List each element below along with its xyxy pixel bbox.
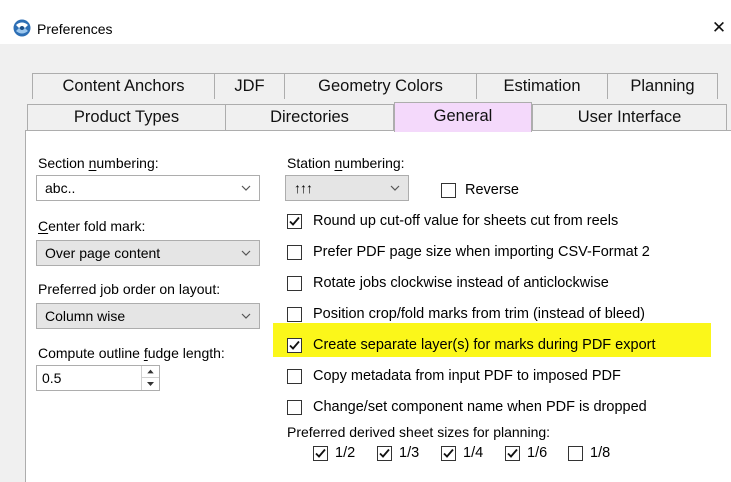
option-label: Round up cut-off value for sheets cut fr…: [313, 213, 619, 229]
window-title: Preferences: [37, 21, 113, 37]
option-checkbox[interactable]: [287, 338, 302, 353]
option-label: Change/set component name when PDF is dr…: [313, 399, 647, 415]
option-checkbox[interactable]: [287, 400, 302, 415]
derived-size-checkbox[interactable]: [313, 446, 328, 461]
section-numbering-select[interactable]: abc..: [36, 175, 260, 201]
tab-estimation[interactable]: Estimation: [476, 73, 608, 99]
job-order-label: Preferred job order on layout:: [38, 281, 221, 297]
station-numbering-label: Station numbering:: [287, 155, 405, 171]
reverse-label: Reverse: [465, 182, 519, 198]
tab-planning[interactable]: Planning: [607, 73, 718, 99]
center-fold-select[interactable]: Over page content: [36, 240, 260, 266]
checkmark-icon: [289, 216, 300, 226]
title-bar: Preferences ✕: [0, 0, 731, 44]
station-numbering-select[interactable]: ↑↑↑: [285, 175, 409, 201]
tab-jdf[interactable]: JDF: [214, 73, 285, 99]
spin-up-icon[interactable]: [142, 366, 159, 378]
checkmark-icon: [315, 448, 326, 458]
checkmark-icon: [289, 340, 300, 350]
derived-size-label: 1/2: [335, 445, 356, 461]
tab-content-anchors[interactable]: Content Anchors: [32, 73, 215, 99]
reverse-checkbox[interactable]: [441, 183, 456, 198]
section-numbering-label: Section numbering:: [38, 155, 159, 171]
option-label: Prefer PDF page size when importing CSV-…: [313, 244, 650, 260]
job-order-select[interactable]: Column wise: [36, 303, 260, 329]
derived-size-label: 1/6: [527, 445, 548, 461]
option-checkbox[interactable]: [287, 307, 302, 322]
derived-size-checkbox[interactable]: [441, 446, 456, 461]
derived-size-label: 1/3: [399, 445, 420, 461]
tab-product-types[interactable]: Product Types: [27, 104, 226, 130]
checkmark-icon: [443, 448, 454, 458]
close-icon[interactable]: ✕: [708, 18, 730, 40]
tab-directories[interactable]: Directories: [225, 104, 394, 130]
checkmark-icon: [379, 448, 390, 458]
option-checkbox[interactable]: [287, 276, 302, 291]
tab-general[interactable]: General: [394, 102, 532, 132]
checkmark-icon: [507, 448, 518, 458]
tab-geometry-colors[interactable]: Geometry Colors: [284, 73, 477, 99]
derived-size-checkbox[interactable]: [377, 446, 392, 461]
option-label: Create separate layer(s) for marks durin…: [313, 337, 656, 353]
option-label: Copy metadata from input PDF to imposed …: [313, 368, 621, 384]
derived-size-label: 1/4: [463, 445, 484, 461]
derived-size-label: 1/8: [590, 445, 611, 461]
option-label: Position crop/fold marks from trim (inst…: [313, 306, 646, 322]
option-checkbox[interactable]: [287, 369, 302, 384]
option-checkbox[interactable]: [287, 245, 302, 260]
option-checkbox[interactable]: [287, 214, 302, 229]
chevron-down-icon: [241, 313, 251, 319]
chevron-down-icon: [241, 250, 251, 256]
app-icon: [13, 19, 31, 37]
tab-user-interface[interactable]: User Interface: [532, 104, 727, 130]
spin-down-icon[interactable]: [142, 378, 159, 390]
chevron-down-icon: [390, 185, 400, 191]
fudge-length-spinner[interactable]: 0.5: [36, 365, 160, 391]
derived-size-checkbox[interactable]: [568, 446, 583, 461]
spinner-buttons: [141, 366, 159, 390]
option-label: Rotate jobs clockwise instead of anticlo…: [313, 275, 609, 291]
center-fold-label: Center fold mark:: [38, 218, 146, 234]
derived-size-checkbox[interactable]: [505, 446, 520, 461]
derived-sizes-label: Preferred derived sheet sizes for planni…: [287, 424, 551, 440]
fudge-length-label: Compute outline fudge length:: [38, 345, 225, 361]
chevron-down-icon: [241, 185, 251, 191]
